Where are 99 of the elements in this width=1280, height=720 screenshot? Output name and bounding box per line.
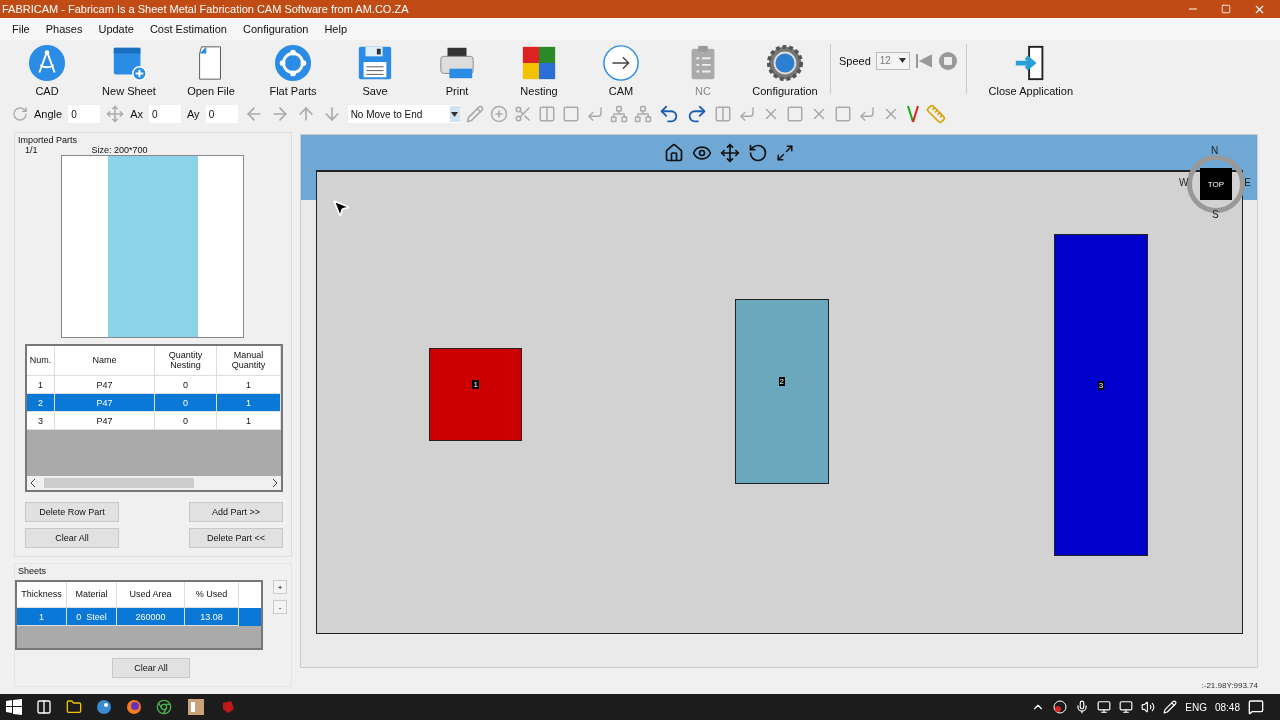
home-icon[interactable] — [664, 142, 684, 163]
action-button[interactable]: Delete Row Part — [25, 502, 119, 522]
sheet-part[interactable]: 2 — [735, 299, 829, 485]
task-view-icon[interactable] — [36, 699, 52, 715]
table-row[interactable]: 1 0 Steel 260000 13.08 — [17, 608, 261, 626]
toolbar-button[interactable]: Save — [334, 44, 416, 97]
part-size-label: Size: 200*700 — [91, 145, 148, 155]
arrow-circle-icon — [602, 44, 640, 82]
speed-label: Speed — [839, 54, 871, 67]
menu-item[interactable]: File — [12, 23, 30, 35]
page-counter: 1/1 — [25, 145, 38, 155]
stop-icon[interactable] — [937, 50, 958, 71]
menu-item[interactable]: Help — [324, 23, 347, 35]
ax-label: Ax — [130, 108, 143, 120]
gear-icon — [766, 44, 804, 82]
fit-view-icon[interactable] — [776, 143, 794, 162]
folder-icon[interactable] — [66, 699, 82, 715]
toolbar-button[interactable]: Configuration — [744, 44, 826, 97]
pen-icon[interactable] — [1163, 700, 1178, 714]
horizontal-scrollbar[interactable] — [27, 476, 281, 490]
recording-icon[interactable] — [1053, 700, 1068, 714]
square-icon[interactable] — [833, 105, 852, 123]
speaker-icon[interactable] — [1141, 700, 1156, 714]
view-cube-face[interactable]: TOP — [1200, 168, 1232, 200]
clock[interactable]: 08:48 — [1214, 701, 1240, 713]
ax-field[interactable]: 0 — [149, 105, 181, 123]
angle-field[interactable]: 0 — [68, 105, 101, 123]
notifications-icon[interactable] — [1248, 699, 1264, 715]
sheet-part[interactable]: 3 — [1054, 233, 1148, 557]
speed-dropdown[interactable]: 12 — [875, 51, 910, 70]
corner-arrow-icon[interactable] — [857, 105, 876, 123]
ring-icon — [274, 44, 312, 82]
coordinates-readout: :-21.98Y:993.74 — [1201, 680, 1258, 690]
app-icon[interactable] — [186, 697, 206, 717]
dropdown-caret-icon — [898, 58, 906, 63]
browser-icon[interactable] — [126, 699, 142, 715]
monitor-icon[interactable] — [1097, 700, 1112, 714]
rotate-icon[interactable] — [748, 142, 768, 163]
group-title: Sheets — [18, 566, 48, 576]
pencil-icon[interactable] — [465, 105, 484, 123]
puzzle-icon — [520, 44, 558, 82]
chrome-icon[interactable] — [156, 699, 172, 715]
v-lines-icon[interactable] — [905, 104, 920, 124]
table-row[interactable]: 1 P47 0 1 — [27, 376, 281, 394]
action-button[interactable]: Add Part >> — [189, 502, 283, 522]
action-button[interactable]: Delete Part << — [189, 528, 283, 548]
table-row[interactable]: 3 P47 0 1 — [27, 412, 281, 430]
part-number: 2 — [778, 377, 786, 387]
menu-item[interactable]: Phases — [45, 23, 83, 35]
dropdown-caret-icon — [451, 111, 459, 117]
scroll-left-icon[interactable] — [31, 479, 36, 487]
ay-field[interactable]: 0 — [205, 105, 238, 123]
scissors-icon[interactable] — [513, 105, 532, 123]
columns-icon[interactable] — [713, 105, 732, 123]
columns-icon[interactable] — [537, 105, 556, 123]
compass-direction: E — [1244, 177, 1251, 188]
move-icon[interactable] — [106, 105, 125, 123]
ruler-icon[interactable] — [925, 104, 946, 124]
part-number: 3 — [1097, 380, 1105, 390]
pan-icon[interactable] — [720, 142, 740, 163]
windows-icon[interactable] — [6, 699, 22, 715]
skip-back-icon[interactable] — [914, 51, 933, 70]
sheet-part[interactable]: 1 — [428, 347, 523, 442]
corner-arrow-icon[interactable] — [585, 105, 604, 123]
toolbar-button[interactable]: New Sheet — [88, 44, 170, 97]
window-title: FABRICAM - Fabricam Is a Sheet Metal Fabrication CAM Software from AM.CO.ZA — [2, 3, 409, 15]
angle-label: Angle — [34, 108, 63, 120]
toolbar-button[interactable]: CAD — [6, 44, 88, 97]
move-mode-dropdown[interactable]: No Move to End — [347, 105, 460, 123]
clear-all-button[interactable]: Clear All — [112, 658, 190, 678]
toolbar-button[interactable]: Nesting — [498, 44, 580, 97]
menu-item[interactable]: Cost Estimation — [149, 23, 227, 35]
ay-label: Ay — [187, 108, 200, 120]
group-title: Imported Parts — [18, 135, 79, 145]
menu-item[interactable]: Update — [98, 23, 134, 35]
plus-circle-icon[interactable] — [489, 105, 508, 123]
close-application-button[interactable]: Close Application — [970, 44, 1091, 97]
toolbar-button[interactable]: CAM — [580, 44, 662, 97]
table-row[interactable]: 2 P47 0 1 — [27, 394, 281, 412]
small-button[interactable]: - — [273, 600, 287, 614]
square-icon[interactable] — [785, 105, 804, 123]
small-button[interactable]: + — [273, 580, 287, 594]
compass-direction: N — [1211, 145, 1219, 156]
microphone-icon[interactable] — [1075, 700, 1090, 714]
menu-item[interactable]: Configuration — [242, 23, 309, 35]
toolbar-button[interactable]: Open File — [170, 44, 252, 97]
toolbar-button[interactable]: Print — [416, 44, 498, 97]
square-icon[interactable] — [561, 105, 580, 123]
corner-arrow-icon[interactable] — [737, 105, 756, 123]
toolbar-button[interactable]: Flat Parts — [252, 44, 334, 97]
compass-direction: S — [1212, 209, 1219, 220]
part-number: 1 — [472, 379, 479, 389]
scroll-right-icon[interactable] — [272, 479, 277, 487]
action-button[interactable]: Clear All — [25, 528, 119, 548]
compass-icon — [28, 44, 66, 82]
mouse-cursor-icon — [331, 198, 351, 218]
restore-icon[interactable] — [1221, 4, 1231, 14]
compass-direction: W — [1179, 177, 1189, 188]
language-indicator[interactable]: ENG — [1185, 701, 1207, 713]
